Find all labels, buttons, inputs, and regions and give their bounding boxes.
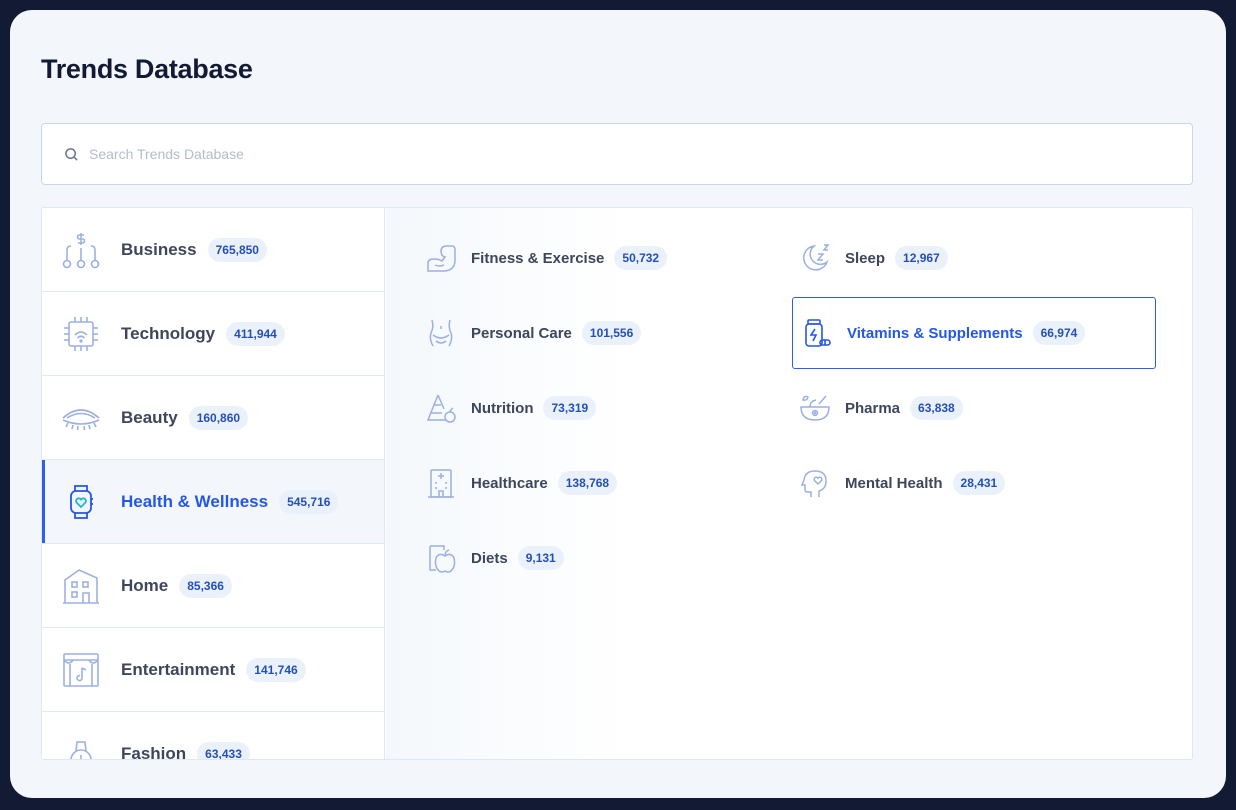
search-icon: [65, 147, 78, 161]
count-badge: 160,860: [188, 405, 249, 430]
smartwatch-heart-icon: [61, 482, 101, 522]
food-pyramid-icon: [425, 392, 457, 424]
subcategory-nutrition[interactable]: Nutrition 73,319: [386, 372, 750, 444]
hospital-icon: [425, 467, 457, 499]
subcategory-diets[interactable]: Diets 9,131: [386, 522, 750, 594]
moon-zzz-icon: [799, 242, 831, 274]
count-badge: 101,556: [581, 321, 642, 345]
count-badge: 66,974: [1032, 321, 1086, 345]
category-list: Business 765,850 Technology 411,944 Beau…: [42, 208, 385, 759]
building-icon: [61, 566, 101, 606]
subcategory-vitamins-supplements[interactable]: Vitamins & Supplements 66,974: [792, 297, 1156, 369]
category-label: Entertainment: [121, 659, 236, 679]
category-item-home[interactable]: Home 85,366: [42, 544, 384, 628]
category-item-beauty[interactable]: Beauty 160,860: [42, 376, 384, 460]
count-badge: 85,366: [179, 573, 232, 598]
subcategory-label: Sleep: [845, 249, 886, 267]
category-label: Health & Wellness: [121, 491, 269, 511]
count-badge: 9,131: [517, 546, 564, 570]
subcategory-label: Fitness & Exercise: [471, 249, 605, 267]
count-badge: 765,850: [207, 237, 267, 262]
subcategory-personal-care[interactable]: Personal Care 101,556: [386, 297, 750, 369]
chip-icon: [61, 314, 101, 354]
subcategory-label: Nutrition: [471, 399, 534, 417]
supplement-bottle-icon: [801, 317, 833, 349]
subcategory-sleep[interactable]: Sleep 12,967: [760, 222, 1124, 294]
count-badge: 63,433: [197, 741, 250, 759]
theater-icon: [61, 650, 101, 690]
subcategory-fitness-exercise[interactable]: Fitness & Exercise 50,732: [386, 222, 750, 294]
flexed-arm-icon: [425, 242, 457, 274]
category-label: Home: [121, 575, 169, 595]
eyelash-icon: [61, 398, 101, 438]
count-badge: 50,732: [614, 246, 668, 270]
app-window: Trends Database Business 765,850: [10, 10, 1226, 798]
subcategory-label: Personal Care: [471, 324, 572, 342]
apple-icon: [425, 542, 457, 574]
count-badge: 63,838: [910, 396, 963, 420]
count-badge: 141,746: [246, 657, 306, 682]
count-badge: 73,319: [543, 396, 597, 420]
category-label: Fashion: [121, 743, 187, 760]
subcategory-grid: Fitness & Exercise 50,732 Sleep 12,967 P…: [386, 208, 1192, 759]
count-badge: 12,967: [895, 246, 948, 270]
subcategory-label: Vitamins & Supplements: [847, 324, 1023, 342]
watch-icon: [61, 734, 101, 759]
count-badge: 545,716: [279, 489, 339, 514]
subcategory-label: Diets: [471, 549, 508, 567]
category-item-fashion[interactable]: Fashion 63,433: [42, 712, 384, 759]
category-label: Technology: [121, 323, 216, 343]
body-icon: [425, 317, 457, 349]
subcategory-pharma[interactable]: Pharma 63,838: [760, 372, 1124, 444]
subcategory-healthcare[interactable]: Healthcare 138,768: [386, 447, 750, 519]
business-icon: [61, 230, 101, 270]
category-item-business[interactable]: Business 765,850: [42, 208, 384, 292]
subcategory-label: Mental Health: [845, 474, 943, 492]
count-badge: 28,431: [952, 471, 1006, 495]
category-item-technology[interactable]: Technology 411,944: [42, 292, 384, 376]
category-label: Beauty: [121, 407, 178, 427]
mortar-pestle-icon: [799, 392, 831, 424]
category-label: Business: [121, 239, 197, 259]
head-heart-icon: [799, 467, 831, 499]
count-badge: 411,944: [226, 321, 285, 346]
subcategory-label: Healthcare: [471, 474, 548, 492]
subcategory-mental-health[interactable]: Mental Health 28,431: [760, 447, 1124, 519]
category-item-health-wellness[interactable]: Health & Wellness 545,716: [42, 460, 384, 544]
category-item-entertainment[interactable]: Entertainment 141,746: [42, 628, 384, 712]
search-input[interactable]: [89, 146, 689, 162]
trends-panel: Business 765,850 Technology 411,944 Beau…: [41, 207, 1193, 760]
page-title: Trends Database: [41, 54, 253, 84]
search-bar[interactable]: [41, 123, 1193, 185]
count-badge: 138,768: [557, 471, 618, 495]
subcategory-label: Pharma: [845, 399, 901, 417]
